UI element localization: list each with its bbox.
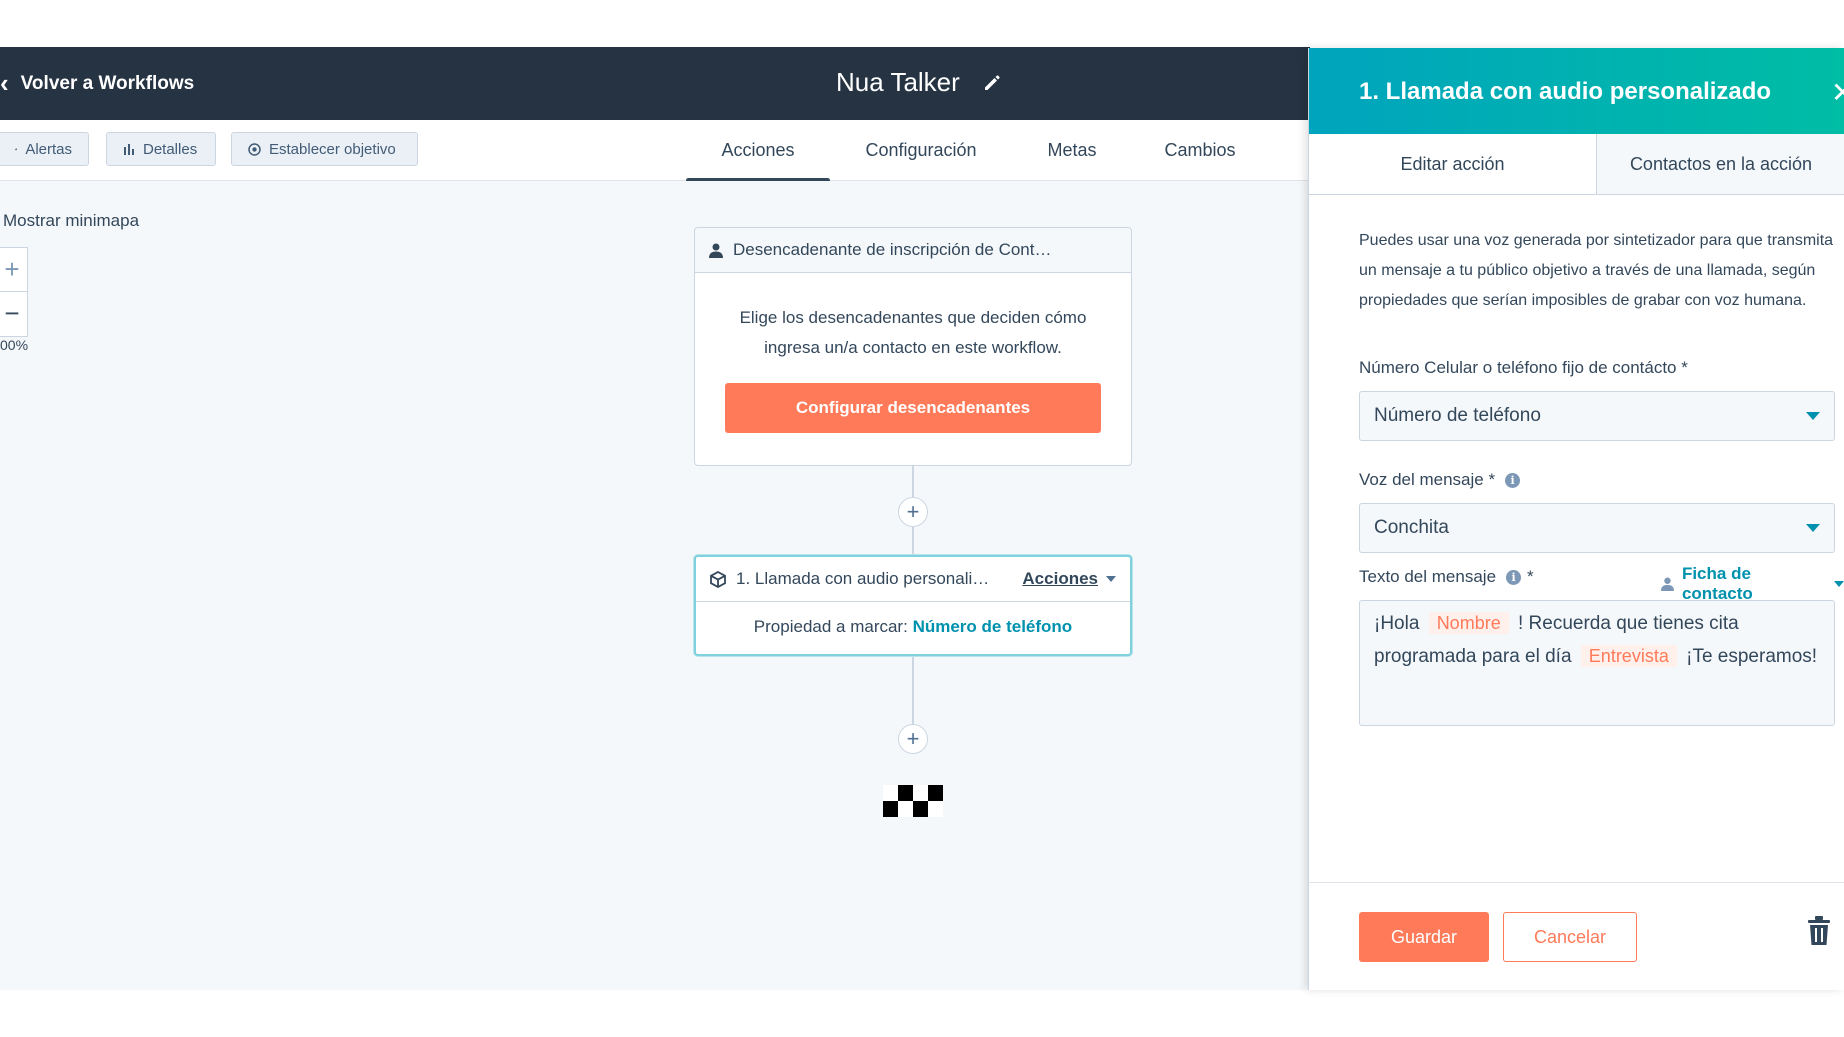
set-goal-label: Establecer objetivo	[269, 140, 396, 158]
workflow-header: ‹ Volver a Workflows Nua Talker	[0, 47, 1310, 120]
tab-acciones-label: Acciones	[721, 140, 795, 160]
dial-property-value[interactable]: Número de teléfono	[913, 617, 1073, 636]
voice-field-label: Voz del mensaje * i	[1359, 470, 1521, 490]
tab-contactos-en-accion[interactable]: Contactos en la acción	[1596, 134, 1844, 195]
tab-editar-accion-label: Editar acción	[1400, 154, 1505, 174]
set-goal-button[interactable]: Establecer objetivo	[231, 132, 418, 166]
alerts-label: Alertas	[25, 140, 72, 158]
pencil-icon[interactable]	[982, 73, 1002, 93]
voice-select-value: Conchita	[1374, 517, 1449, 538]
message-textarea[interactable]: ¡Hola Nombre ! Recuerda que tienes cita …	[1359, 600, 1835, 726]
personalization-token[interactable]: Entrevista	[1580, 645, 1677, 667]
zoom-out-button[interactable]: −	[0, 291, 27, 334]
workflow-title: Nua Talker	[836, 67, 1002, 98]
alerts-button[interactable]: Alertas	[0, 132, 89, 166]
tab-acciones[interactable]: Acciones	[686, 120, 830, 183]
message-text-part: ¡Hola	[1374, 613, 1420, 634]
details-button[interactable]: Detalles	[106, 132, 216, 166]
chevron-down-icon	[1834, 581, 1844, 587]
chevron-down-icon	[1806, 524, 1820, 532]
required-mark: *	[1527, 567, 1534, 586]
save-button[interactable]: Guardar	[1359, 912, 1489, 962]
panel-tabs: Editar acción Contactos en la acción	[1309, 134, 1844, 195]
back-link-label: Volver a Workflows	[20, 73, 195, 94]
person-icon	[1661, 577, 1674, 591]
person-icon	[709, 243, 723, 258]
trigger-card-title: Desencadenante de inscripción de Cont…	[733, 240, 1052, 259]
message-label-text: Texto del mensaje	[1359, 567, 1497, 586]
phone-property-select[interactable]: Número de teléfono	[1359, 391, 1835, 441]
phone-field-label: Número Celular o teléfono fijo de contác…	[1359, 358, 1688, 378]
bar-chart-icon	[124, 144, 134, 155]
panel-title: 1. Llamada con audio personalizado	[1359, 78, 1772, 105]
zoom-in-button[interactable]: +	[0, 248, 27, 291]
trigger-card-header: Desencadenante de inscripción de Cont…	[695, 228, 1131, 273]
actions-dropdown-label: Acciones	[1022, 569, 1098, 588]
panel-header: 1. Llamada con audio personalizado ✕	[1309, 48, 1844, 134]
edit-action-panel: 1. Llamada con audio personalizado ✕ Edi…	[1308, 48, 1844, 990]
info-icon[interactable]: i	[1505, 472, 1521, 488]
checkered-flag-icon	[883, 785, 943, 817]
back-to-workflows-link[interactable]: ‹ Volver a Workflows	[0, 68, 195, 98]
dial-property-label: Propiedad a marcar:	[753, 617, 908, 636]
enrollment-trigger-card[interactable]: Desencadenante de inscripción de Cont… E…	[694, 227, 1132, 466]
personalization-token[interactable]: Nombre	[1428, 612, 1509, 634]
panel-footer-divider	[1309, 882, 1844, 883]
trash-icon[interactable]	[1807, 916, 1831, 946]
tab-cambios-label: Cambios	[1164, 140, 1236, 160]
tab-contactos-label: Contactos en la acción	[1629, 153, 1813, 174]
tab-configuracion-label: Configuración	[865, 140, 977, 160]
chevron-down-icon	[1806, 412, 1820, 420]
tab-cambios[interactable]: Cambios	[1160, 120, 1240, 181]
action-description: Puedes usar una voz generada por sinteti…	[1359, 232, 1834, 309]
add-action-button[interactable]: +	[898, 497, 928, 527]
add-action-button-end[interactable]: +	[898, 724, 928, 754]
action-card-actions-dropdown[interactable]: Acciones	[1022, 569, 1116, 589]
show-minimap-toggle[interactable]: Mostrar minimapa	[3, 211, 139, 231]
tab-configuracion[interactable]: Configuración	[848, 120, 994, 181]
tab-metas[interactable]: Metas	[1040, 120, 1104, 181]
info-icon[interactable]: i	[1506, 569, 1522, 585]
tab-metas-label: Metas	[1047, 140, 1097, 160]
warning-icon	[15, 147, 18, 151]
tab-editar-accion[interactable]: Editar acción	[1309, 134, 1596, 195]
workflow-canvas[interactable]: Mostrar minimapa + − 00% Desencadenante …	[0, 181, 1310, 990]
trigger-card-description: Elige los desencadenantes que deciden có…	[739, 308, 1087, 357]
voice-label-text: Voz del mensaje *	[1359, 470, 1496, 489]
chevron-left-icon: ‹	[0, 68, 9, 98]
voice-select[interactable]: Conchita	[1359, 503, 1835, 553]
zoom-controls: + −	[0, 247, 28, 337]
workflow-name: Nua Talker	[836, 67, 960, 97]
action-card-header: 1. Llamada con audio personali… Acciones	[696, 557, 1130, 602]
message-text-part: ¡Te esperamos!	[1686, 646, 1818, 667]
phone-label-text: Número Celular o teléfono fijo de contác…	[1359, 358, 1688, 377]
message-field-label: Texto del mensaje i *	[1359, 567, 1534, 587]
cancel-button[interactable]: Cancelar	[1503, 912, 1637, 962]
close-icon[interactable]: ✕	[1831, 76, 1844, 109]
contact-token-dropdown[interactable]: Ficha de contacto	[1661, 564, 1844, 604]
cube-icon	[710, 570, 726, 588]
contact-token-label: Ficha de contacto	[1681, 564, 1753, 603]
configure-triggers-button[interactable]: Configurar desencadenantes	[725, 383, 1101, 433]
workflow-toolbar: Alertas Detalles Establecer objetivo Acc…	[0, 120, 1310, 183]
chevron-down-icon	[1106, 576, 1116, 582]
action-card-body: Propiedad a marcar: Número de teléfono	[696, 602, 1130, 642]
action-card-title: 1. Llamada con audio personali…	[736, 569, 990, 588]
target-icon	[248, 142, 261, 156]
zoom-level: 00%	[0, 337, 29, 353]
details-label: Detalles	[143, 140, 198, 158]
audio-call-action-card[interactable]: 1. Llamada con audio personali… Acciones…	[694, 555, 1132, 656]
phone-select-value: Número de teléfono	[1374, 405, 1541, 426]
